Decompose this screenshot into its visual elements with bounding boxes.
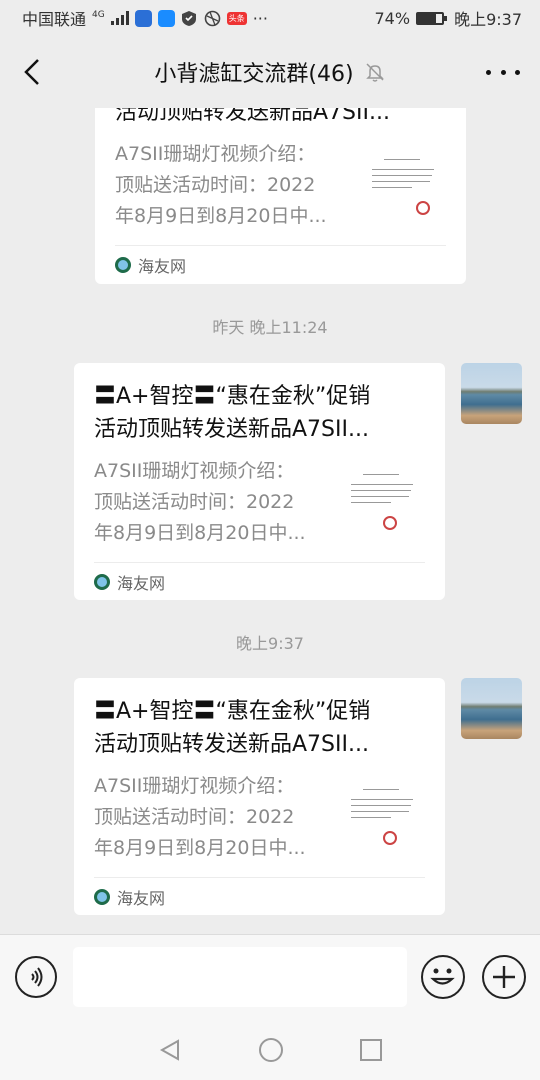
card-description: A7SII珊瑚灯视频介绍： 顶贴送活动时间：2022 年8月9日到8月20日中.… [94,456,334,550]
cloud-icon [157,9,175,27]
card-title-line: 〓A+智控〓“惠在金秋”促销 [94,384,371,409]
battery-fill [418,13,436,23]
card-thumbnail [362,149,446,233]
card-source: 海友网 [94,878,425,916]
card-thumbnail [341,781,425,865]
source-name: 海友网 [117,889,166,908]
timestamp: 昨天 晚上11:24 [212,318,328,337]
card-description: A7SII珊瑚灯视频介绍： 顶贴送活动时间：2022 年8月9日到8月20日中.… [115,139,355,233]
battery-icon [416,11,448,25]
signal-icon [110,11,129,25]
chat-title-area: 小背滤缸交流群(46) [154,56,385,88]
desc-line: 顶贴送活动时间：2022 [94,491,295,513]
emoji-button[interactable] [421,955,465,999]
plus-icon [493,966,515,988]
system-nav-bar [0,1020,540,1080]
bell-off-icon [364,61,386,83]
desc-line: A7SII珊瑚灯视频介绍： [94,775,295,797]
app-notification-icon [134,9,152,27]
more-dot [500,69,506,75]
desc-line: 年8月9日到8月20日中... [94,522,306,544]
chat-header: 小背滤缸交流群(46) [0,36,540,108]
card-title-line: 活动顶贴转发送新品A7SII... [94,417,369,442]
card-title-line: 活动顶贴转发送新品A7SII... [115,108,390,125]
shield-icon [181,10,198,27]
desc-line: 年8月9日到8月20日中... [115,205,327,227]
desc-line: 顶贴送活动时间：2022 [115,174,316,196]
clock: 晚上9:37 [454,10,522,29]
message-input[interactable] [73,947,407,1007]
haiyou-logo-icon [115,257,131,273]
haiyou-logo-icon [94,574,110,590]
plus-button[interactable] [482,955,526,999]
globe-icon [204,10,221,27]
more-dot [515,69,520,75]
nav-home-icon[interactable] [258,1038,283,1062]
desc-line: A7SII珊瑚灯视频介绍： [94,460,295,482]
voice-icon [31,967,43,987]
more-notifications: ··· [252,8,268,28]
carrier-label: 中国联通 [22,10,87,29]
card-source: 海友网 [115,246,446,284]
card-description: A7SII珊瑚灯视频介绍： 顶贴送活动时间：2022 年8月9日到8月20日中.… [94,771,334,865]
emoji-icon [430,968,455,985]
card-source: 海友网 [94,563,425,601]
link-card[interactable]: 〓A+智控〓“惠在金秋”促销 活动顶贴转发送新品A7SII... A7SII珊瑚… [74,363,445,600]
toutiao-badge: 头条 [226,11,247,25]
back-arrow-icon [24,59,39,85]
status-bar: 中国联通 4G 头条 ··· 74% 晚上9:37 [0,0,540,36]
card-title-line: 活动顶贴转发送新品A7SII... [94,732,369,757]
avatar[interactable] [461,678,522,739]
more-dot [486,69,491,75]
card-thumbnail [341,466,425,550]
battery-percent: 74% [374,8,411,28]
avatar[interactable] [461,363,522,424]
voice-button[interactable] [15,956,57,998]
desc-line: 顶贴送活动时间：2022 [94,806,295,828]
source-name: 海友网 [117,574,166,593]
desc-line: A7SII珊瑚灯视频介绍： [115,143,316,165]
link-card[interactable]: 〓A+智控〓“惠在金秋”促销 活动顶贴转发送新品A7SII... A7SII珊瑚… [74,678,445,915]
more-button[interactable] [486,58,520,86]
input-bar [0,934,540,1020]
nav-back-icon[interactable] [158,1038,182,1062]
nav-recent-icon[interactable] [359,1039,382,1061]
chat-area[interactable]: 活动顶贴转发送新品A7SII... A7SII珊瑚灯视频介绍： 顶贴送活动时间：… [0,108,540,934]
back-button[interactable] [14,52,50,92]
haiyou-logo-icon [94,889,110,905]
network-type: 4G [92,10,105,20]
desc-line: 年8月9日到8月20日中... [94,837,306,859]
timestamp: 晚上9:37 [236,634,304,653]
card-title-line: 〓A+智控〓“惠在金秋”促销 [94,699,371,724]
link-card[interactable]: 活动顶贴转发送新品A7SII... A7SII珊瑚灯视频介绍： 顶贴送活动时间：… [95,108,466,284]
chat-title: 小背滤缸交流群(46) [154,62,354,87]
source-name: 海友网 [138,257,187,276]
